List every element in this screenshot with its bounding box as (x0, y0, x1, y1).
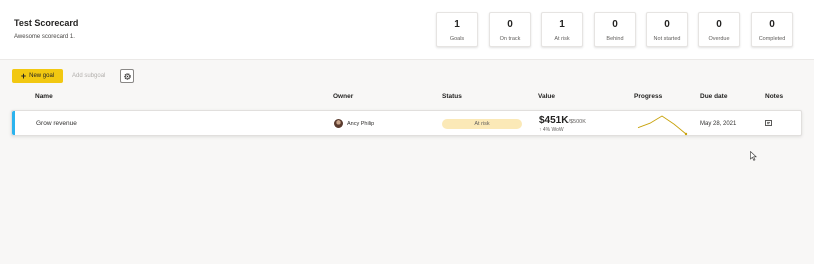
gear-icon (123, 72, 131, 80)
value-change: ↑ 4% WoW (539, 127, 564, 133)
progress-sparkline[interactable] (634, 112, 690, 136)
stat-label: Not started (653, 36, 681, 42)
note-icon[interactable] (765, 120, 772, 126)
scorecard-description: Awesome scorecard 1. (14, 34, 75, 40)
goal-row[interactable]: Grow revenue Ancy Philip At risk $451K/$… (11, 110, 802, 136)
toolbar: + New goal Add subgoal (0, 60, 814, 90)
stat-value: 0 (716, 19, 722, 30)
new-goal-button[interactable]: + New goal (12, 69, 63, 83)
stat-value: 0 (507, 19, 513, 30)
new-goal-label: New goal (29, 73, 55, 79)
stat-card-at-risk[interactable]: 1 At risk (541, 12, 583, 47)
stat-card-on-track[interactable]: 0 On track (489, 12, 531, 47)
status-badge[interactable]: At risk (442, 119, 522, 129)
stat-value: 0 (664, 19, 670, 30)
stat-label: Goals (449, 36, 465, 42)
goal-name[interactable]: Grow revenue (36, 120, 77, 127)
column-header-owner[interactable]: Owner (333, 93, 353, 100)
stat-label: On track (499, 36, 521, 42)
plus-icon: + (20, 70, 27, 81)
add-subgoal-button[interactable]: Add subgoal (72, 69, 105, 83)
stat-value: 1 (454, 19, 460, 30)
stat-card-goals[interactable]: 1 Goals (436, 12, 478, 47)
stat-label: At risk (554, 36, 570, 42)
goal-value[interactable]: $451K/$500K (539, 115, 586, 126)
row-accent (12, 111, 15, 135)
column-header-notes[interactable]: Notes (765, 93, 783, 100)
column-header-due-date[interactable]: Due date (700, 93, 727, 100)
scorecard-title[interactable]: Test Scorecard (14, 18, 78, 28)
stat-card-not-started[interactable]: 0 Not started (646, 12, 688, 47)
column-header-progress[interactable]: Progress (634, 93, 662, 100)
stat-label: Overdue (708, 36, 730, 42)
stat-value: 0 (612, 19, 618, 30)
stat-card-completed[interactable]: 0 Completed (751, 12, 793, 47)
settings-button[interactable] (120, 69, 134, 83)
stat-card-overdue[interactable]: 0 Overdue (698, 12, 740, 47)
sparkline-end-point (684, 132, 688, 136)
column-header-name[interactable]: Name (35, 93, 53, 100)
goal-due-date: May 28, 2021 (700, 121, 737, 127)
goal-owner[interactable]: Ancy Philip (347, 121, 374, 127)
target-value: /$500K (568, 119, 586, 125)
sparkline-path (637, 115, 687, 135)
scorecard-header: Test Scorecard Awesome scorecard 1. 1 Go… (0, 0, 814, 60)
column-header-status[interactable]: Status (442, 93, 462, 100)
stat-value: 1 (559, 19, 565, 30)
stat-value: 0 (769, 19, 775, 30)
current-value: $451K (539, 115, 569, 126)
stat-label: Behind (606, 36, 624, 42)
owner-avatar (334, 119, 343, 128)
column-header-value[interactable]: Value (538, 93, 555, 100)
stat-card-behind[interactable]: 0 Behind (594, 12, 636, 47)
mouse-cursor-icon (750, 151, 757, 161)
stat-label: Completed (758, 36, 786, 42)
